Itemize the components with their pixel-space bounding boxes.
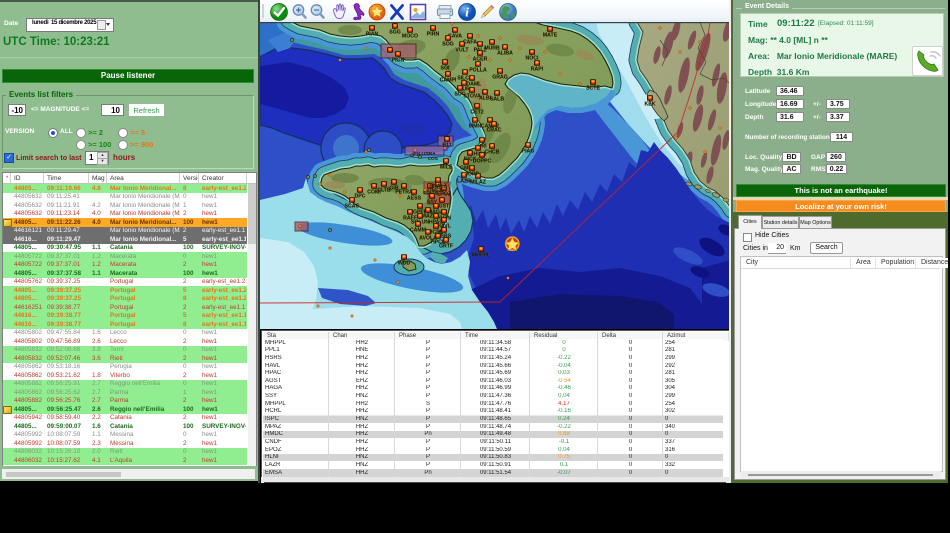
svg-text:GRAG: GRAG [492,75,508,81]
svg-text:DPC: DPC [355,194,366,200]
svg-text:CAFA: CAFA [463,40,477,46]
svg-text:CHCB: CHCB [485,150,500,156]
svg-text:POLLA: POLLA [469,68,487,74]
svg-text:CAMPI: CAMPI [440,78,457,84]
svg-text:BNALZ: BNALZ [429,184,447,190]
svg-text:CAMM: CAMM [410,228,426,234]
svg-text:KEK: KEK [645,102,656,108]
svg-text:VULT: VULT [455,48,469,54]
svg-text:PIAG: PIAG [522,149,535,155]
svg-text:AVOLA: AVOLA [419,236,437,242]
svg-text:SOG: SOG [442,42,454,48]
svg-text:LOS: LOS [428,156,439,162]
svg-text:LAZR: LAZR [457,179,471,185]
svg-text:MHPPL: MHPPL [472,253,491,259]
svg-text:SALB: SALB [490,97,504,103]
svg-text:MATE: MATE [543,33,558,39]
svg-text:PIRN: PIRN [427,32,440,38]
svg-text:SOI: SOI [441,66,450,72]
svg-text:ALIBA: ALIBA [497,51,513,57]
svg-text:CRAC: CRAC [487,128,502,134]
svg-text:MMN: MMN [469,124,482,130]
svg-text:PIAN: PIAN [366,32,379,38]
svg-text:MILZ: MILZ [440,165,453,171]
svg-text:GRTF: GRTF [439,244,453,250]
svg-text:SGG: SGG [389,30,401,36]
svg-text:PIGN: PIGN [392,58,405,64]
svg-text:CET2: CET2 [470,110,483,116]
svg-text:MOCO: MOCO [402,34,418,40]
svg-text:AESS: AESS [407,196,422,202]
svg-text:SCAG: SCAG [345,204,360,210]
svg-text:SCTE: SCTE [586,86,600,92]
svg-text:EPOZ: EPOZ [437,192,452,198]
svg-text:JOPP: JOPP [465,172,479,178]
svg-text:WDD: WDD [398,261,411,267]
svg-text:MILAZ: MILAZ [470,180,487,186]
svg-text:DOPPC: DOPPC [473,159,492,165]
svg-text:RAPI: RAPI [531,67,544,73]
svg-text:i: i [465,5,469,20]
